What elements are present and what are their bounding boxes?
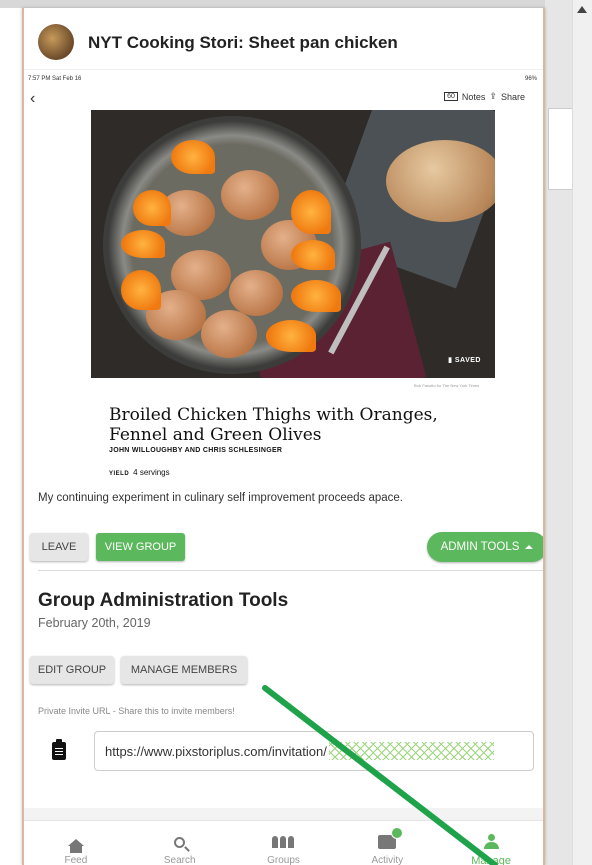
groups-icon (272, 836, 295, 848)
post-card: NYT Cooking Stori: Sheet pan chicken 7:5… (22, 8, 545, 865)
bottom-nav: Feed Search Groups Activity Manage (24, 820, 543, 865)
view-group-button[interactable]: VIEW GROUP (96, 533, 185, 561)
post-title: NYT Cooking Stori: Sheet pan chicken (88, 33, 398, 52)
admin-section-title: Group Administration Tools (38, 590, 289, 611)
photo-food (201, 310, 257, 358)
caret-up-icon (525, 545, 534, 549)
nav-label: Manage (471, 855, 511, 865)
scrollbar[interactable] (572, 0, 592, 865)
admin-date: February 20th, 2019 (38, 616, 151, 630)
activity-icon (378, 827, 404, 849)
share-icon: ⇪ (489, 91, 497, 101)
saved-badge: ▮ SAVED (448, 356, 481, 364)
photo-food (133, 190, 171, 226)
leave-button[interactable]: LEAVE (30, 533, 88, 561)
yield-value: 4 servings (133, 468, 170, 477)
ipad-status-time: 7:57 PM Sat Feb 16 (28, 76, 82, 82)
invite-url-text: https://www.pixstoriplus.com/invitation/ (105, 743, 327, 759)
photo-bread (386, 140, 495, 222)
nav-search[interactable]: Search (128, 821, 232, 865)
saved-label: SAVED (454, 357, 481, 364)
invite-url-label: Private Invite URL - Share this to invit… (38, 706, 235, 716)
home-icon (67, 838, 84, 853)
nav-groups[interactable]: Groups (232, 821, 336, 865)
photo-credit: Bob Fasotto for The New York Times (414, 383, 480, 388)
invite-url-field[interactable]: https://www.pixstoriplus.com/invitation/ (94, 731, 534, 771)
post-description: My continuing experiment in culinary sel… (38, 492, 403, 504)
window-top-edge (0, 0, 592, 8)
photo-food (291, 190, 331, 234)
nav-manage[interactable]: Manage (439, 821, 543, 865)
admin-tools-label: ADMIN TOOLS (440, 541, 520, 553)
yield-label: YIELD (109, 471, 130, 477)
recipe-yield: YIELD 4 servings (109, 468, 170, 477)
photo-food (266, 320, 316, 352)
avatar[interactable] (38, 24, 74, 60)
share-label: Share (500, 91, 525, 102)
embedded-screenshot: 7:57 PM Sat Feb 16 96% ‹ 60 Notes ⇪ Shar… (24, 72, 543, 492)
clipboard-icon[interactable] (52, 739, 66, 760)
photo-food (291, 240, 335, 270)
nav-activity[interactable]: Activity (335, 821, 439, 865)
manage-members-button[interactable]: MANAGE MEMBERS (121, 656, 247, 684)
post-header: NYT Cooking Stori: Sheet pan chicken (24, 8, 543, 70)
nav-label: Groups (267, 855, 300, 865)
nav-label: Search (163, 855, 196, 865)
ipad-battery: 96% (524, 76, 537, 82)
admin-tools-button[interactable]: ADMIN TOOLS (427, 532, 543, 562)
edit-group-button[interactable]: EDIT GROUP (30, 656, 114, 684)
recipe-title: Broiled Chicken Thighs with Oranges, Fen… (109, 405, 438, 445)
scroll-up-arrow-icon[interactable] (577, 6, 587, 13)
content-footer-gap (24, 808, 543, 820)
photo-food (221, 170, 279, 220)
person-icon (484, 834, 500, 850)
notes-label: Notes (461, 91, 486, 102)
activity-badge (391, 827, 404, 839)
search-icon (174, 836, 186, 848)
divider (38, 570, 543, 571)
recipe-photo: ▮ SAVED (91, 110, 495, 378)
photo-food (121, 270, 161, 310)
back-chevron-icon: ‹ (30, 90, 36, 107)
nav-label: Feed (64, 855, 88, 865)
bookmark-icon: ▮ (448, 357, 453, 364)
nav-feed[interactable]: Feed (24, 821, 128, 865)
notes-count: 60 (444, 92, 458, 101)
photo-food (229, 270, 283, 316)
photo-food (171, 140, 215, 174)
nav-label: Activity (371, 855, 404, 865)
recipe-authors: JOHN WILLOUGHBY AND CHRIS SCHLESINGER (109, 447, 283, 454)
redacted-token (328, 742, 494, 760)
photo-food (291, 280, 341, 312)
notes-share-bar: 60 Notes ⇪ Share (444, 91, 525, 102)
photo-food (121, 230, 165, 258)
